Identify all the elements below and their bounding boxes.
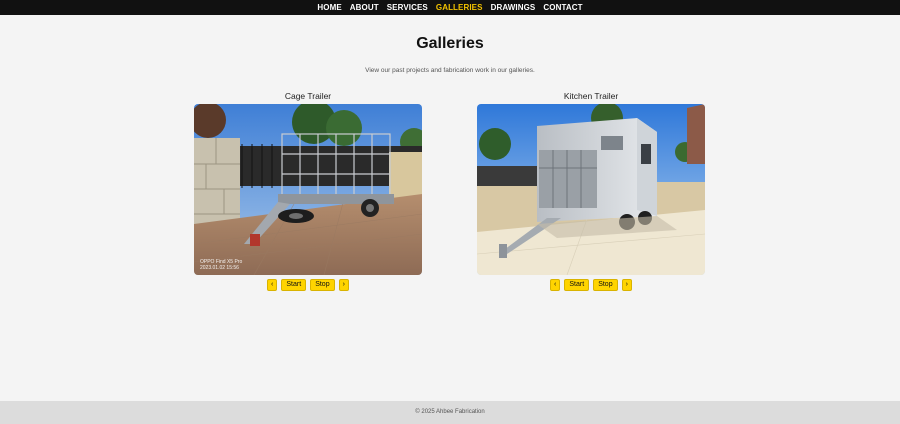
nav-about[interactable]: ABOUT: [350, 0, 379, 15]
gallery-cage-trailer: Cage Trailer OPPO Find X5 Pro 2023.01.02…: [194, 90, 422, 291]
top-nav: HOME ABOUT SERVICES GALLERIES DRAWINGS C…: [0, 0, 900, 15]
stop-button[interactable]: Stop: [593, 279, 618, 291]
footer-copyright: © 2025 Ahbee Fabrication: [415, 409, 485, 415]
page-subtitle: View our past projects and fabrication w…: [365, 67, 535, 74]
cage-trailer-photo: OPPO Find X5 Pro 2023.01.02 15:56: [194, 104, 422, 275]
kitchen-trailer-image: [477, 104, 705, 275]
gallery-title: Cage Trailer: [284, 91, 332, 101]
cage-trailer-image: [194, 104, 422, 275]
nav-services[interactable]: SERVICES: [387, 0, 428, 15]
nav-contact[interactable]: CONTACT: [543, 0, 582, 15]
slideshow-controls: ‹ Start Stop ›: [477, 279, 705, 291]
prev-button[interactable]: ‹: [550, 279, 561, 291]
kitchen-trailer-photo: [477, 104, 705, 275]
next-button[interactable]: ›: [621, 279, 632, 291]
start-button[interactable]: Start: [281, 279, 307, 291]
photo-watermark: OPPO Find X5 Pro 2023.01.02 15:56: [200, 259, 242, 271]
nav-galleries[interactable]: GALLERIES: [436, 0, 483, 15]
nav-drawings[interactable]: DRAWINGS: [491, 0, 536, 15]
slideshow-controls: ‹ Start Stop ›: [194, 279, 422, 291]
page-title: Galleries: [416, 35, 484, 52]
footer: © 2025 Ahbee Fabrication: [0, 401, 900, 424]
gallery-title: Kitchen Trailer: [563, 91, 619, 101]
gallery-kitchen-trailer: Kitchen Trailer ‹ Start Stop ›: [477, 90, 705, 291]
nav-home[interactable]: HOME: [317, 0, 341, 15]
next-button[interactable]: ›: [338, 279, 349, 291]
watermark-timestamp: 2023.01.02 15:56: [200, 265, 239, 271]
stop-button[interactable]: Stop: [310, 279, 335, 291]
prev-button[interactable]: ‹: [267, 279, 278, 291]
start-button[interactable]: Start: [564, 279, 590, 291]
